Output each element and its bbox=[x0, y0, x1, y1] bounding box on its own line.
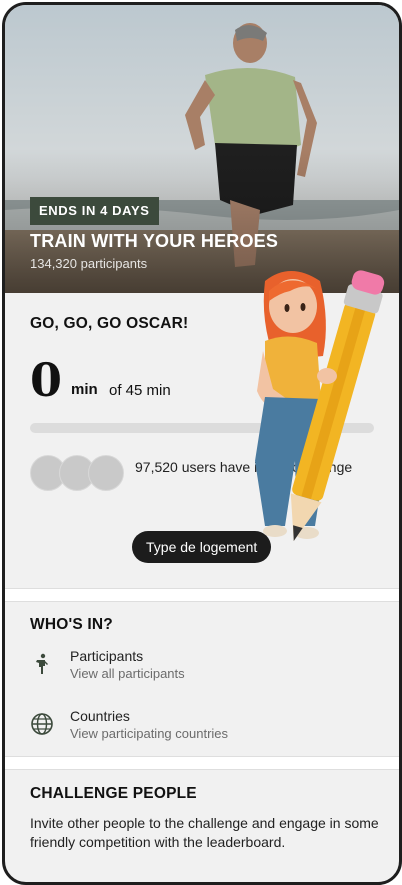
greeting-heading: GO, GO, GO OSCAR! bbox=[30, 315, 189, 332]
minutes-goal: of 45 min bbox=[109, 382, 171, 399]
challenge-title: TRAIN WITH YOUR HEROES bbox=[30, 231, 279, 251]
whos-in-heading: WHO'S IN? bbox=[30, 616, 113, 633]
challenge-people-heading: CHALLENGE PEOPLE bbox=[30, 785, 197, 802]
globe-icon bbox=[31, 713, 53, 735]
participants-link[interactable]: View all participants bbox=[70, 666, 185, 681]
countries-label: Countries bbox=[70, 708, 130, 724]
minutes-unit: min bbox=[71, 381, 98, 398]
minutes-done: 0 bbox=[30, 353, 63, 407]
participants-count: 134,320 participants bbox=[30, 256, 148, 271]
girl-with-pencil-illustration bbox=[255, 270, 385, 542]
avatar bbox=[88, 455, 124, 491]
countries-link[interactable]: View participating countries bbox=[70, 726, 228, 741]
section-divider bbox=[5, 588, 399, 602]
participants-label: Participants bbox=[70, 648, 144, 664]
challenge-people-text: Invite other people to the challenge and… bbox=[30, 815, 379, 850]
phone-frame: ENDS IN 4 DAYS TRAIN WITH YOUR HEROES 13… bbox=[2, 2, 402, 885]
person-running-icon bbox=[36, 653, 48, 674]
tooltip-label: Type de logement bbox=[132, 531, 272, 563]
hero-image: ENDS IN 4 DAYS TRAIN WITH YOUR HEROES 13… bbox=[5, 5, 399, 293]
ends-badge: ENDS IN 4 DAYS bbox=[30, 197, 159, 225]
section-divider bbox=[5, 756, 399, 770]
